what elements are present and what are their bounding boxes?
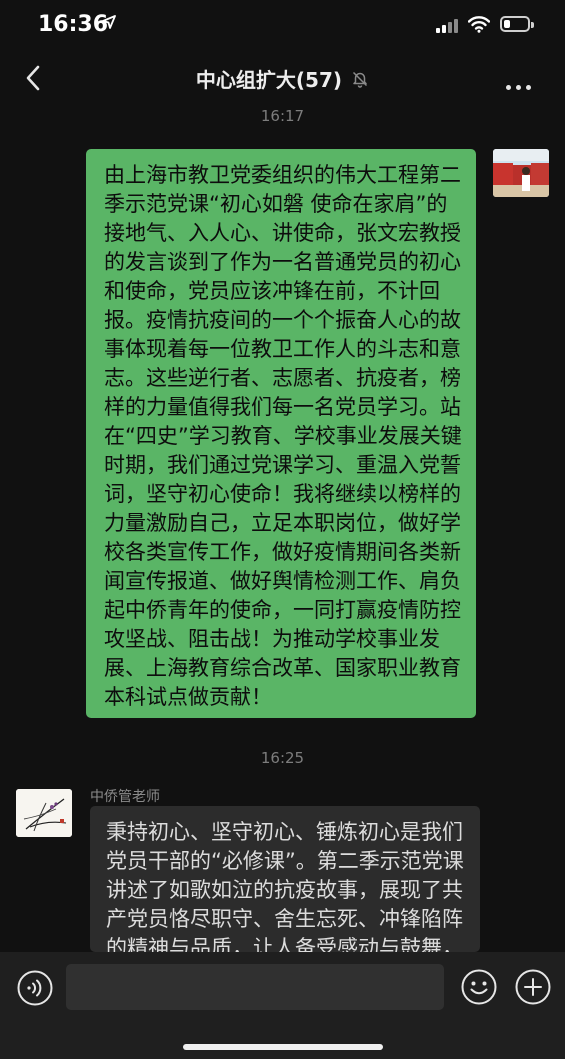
bell-slash-icon <box>353 71 368 88</box>
smiley-icon[interactable] <box>460 968 498 1006</box>
chat-title-group: 中心组扩大(57) <box>0 64 565 93</box>
plus-circle-icon[interactable] <box>514 968 552 1006</box>
sender-name: 中侨管老师 <box>90 789 160 805</box>
orchid-painting-icon <box>16 789 72 837</box>
wifi-icon <box>468 16 490 33</box>
message-timestamp: 16:25 <box>260 749 305 767</box>
sender-avatar[interactable] <box>16 789 72 837</box>
message-timestamp: 16:17 <box>260 107 305 125</box>
ellipsis-icon[interactable] <box>506 75 536 94</box>
chat-title: 中心组扩大(57) <box>195 68 343 92</box>
received-message-bubble[interactable]: 秉持初心、坚守初心、锤炼初心是我们党员干部的“必修课”。第二季示范党课讲述了如歌… <box>90 806 480 952</box>
input-bar <box>0 952 565 1059</box>
voice-icon[interactable] <box>16 969 54 1007</box>
self-avatar[interactable] <box>493 149 549 197</box>
avatar-photo-icon <box>493 149 549 197</box>
battery-icon <box>500 16 534 32</box>
sent-message-bubble[interactable]: 由上海市教卫党委组织的伟大工程第二季示范党课“初心如磐 使命在家肩”的接地气、入… <box>86 149 476 718</box>
chat-header: 中心组扩大(57) <box>0 52 565 104</box>
message-input[interactable] <box>66 964 444 1010</box>
status-bar: 16:36 <box>0 0 565 52</box>
location-arrow-icon <box>102 15 116 29</box>
home-indicator[interactable] <box>183 1044 383 1050</box>
status-time: 16:36 <box>38 12 109 37</box>
cellular-signal-icon <box>436 19 458 33</box>
